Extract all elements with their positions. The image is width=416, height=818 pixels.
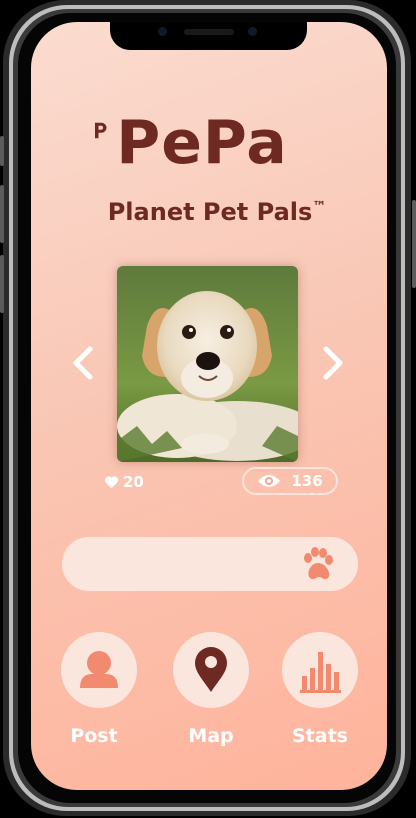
front-camera <box>158 27 167 36</box>
silent-switch <box>0 136 4 166</box>
user-icon <box>80 651 118 688</box>
post-button[interactable] <box>61 632 137 708</box>
tagline-text: Planet Pet Pals <box>107 198 313 226</box>
map-button[interactable] <box>173 632 249 708</box>
search-input[interactable] <box>62 537 358 591</box>
heart-icon <box>104 476 119 489</box>
notch <box>110 22 307 50</box>
speaker <box>184 29 234 35</box>
volume-down-button <box>0 255 4 313</box>
logo-text: PePa <box>116 108 288 178</box>
chevron-left-icon[interactable] <box>68 346 98 380</box>
likes-counter[interactable]: 20 <box>104 473 144 491</box>
tagline: Planet Pet Pals™ <box>52 192 382 227</box>
likes-count: 20 <box>123 473 144 491</box>
chevron-right-icon[interactable] <box>318 346 348 380</box>
face-sensor <box>248 27 257 36</box>
pet-photo[interactable] <box>117 266 298 462</box>
paw-icon[interactable] <box>300 546 334 582</box>
volume-up-button <box>0 185 4 243</box>
puppy-image <box>117 266 298 462</box>
map-pin-icon <box>195 647 227 692</box>
stats-label[interactable]: Stats <box>272 725 368 747</box>
views-counter: 136 <box>242 467 338 495</box>
views-count: 136 <box>291 472 323 490</box>
trademark: ™ <box>312 199 327 215</box>
stats-button[interactable] <box>282 632 358 708</box>
post-label[interactable]: Post <box>46 725 142 747</box>
bar-chart-icon <box>300 652 341 693</box>
power-button <box>412 200 416 288</box>
eye-icon <box>258 475 281 487</box>
map-label[interactable]: Map <box>163 725 259 747</box>
